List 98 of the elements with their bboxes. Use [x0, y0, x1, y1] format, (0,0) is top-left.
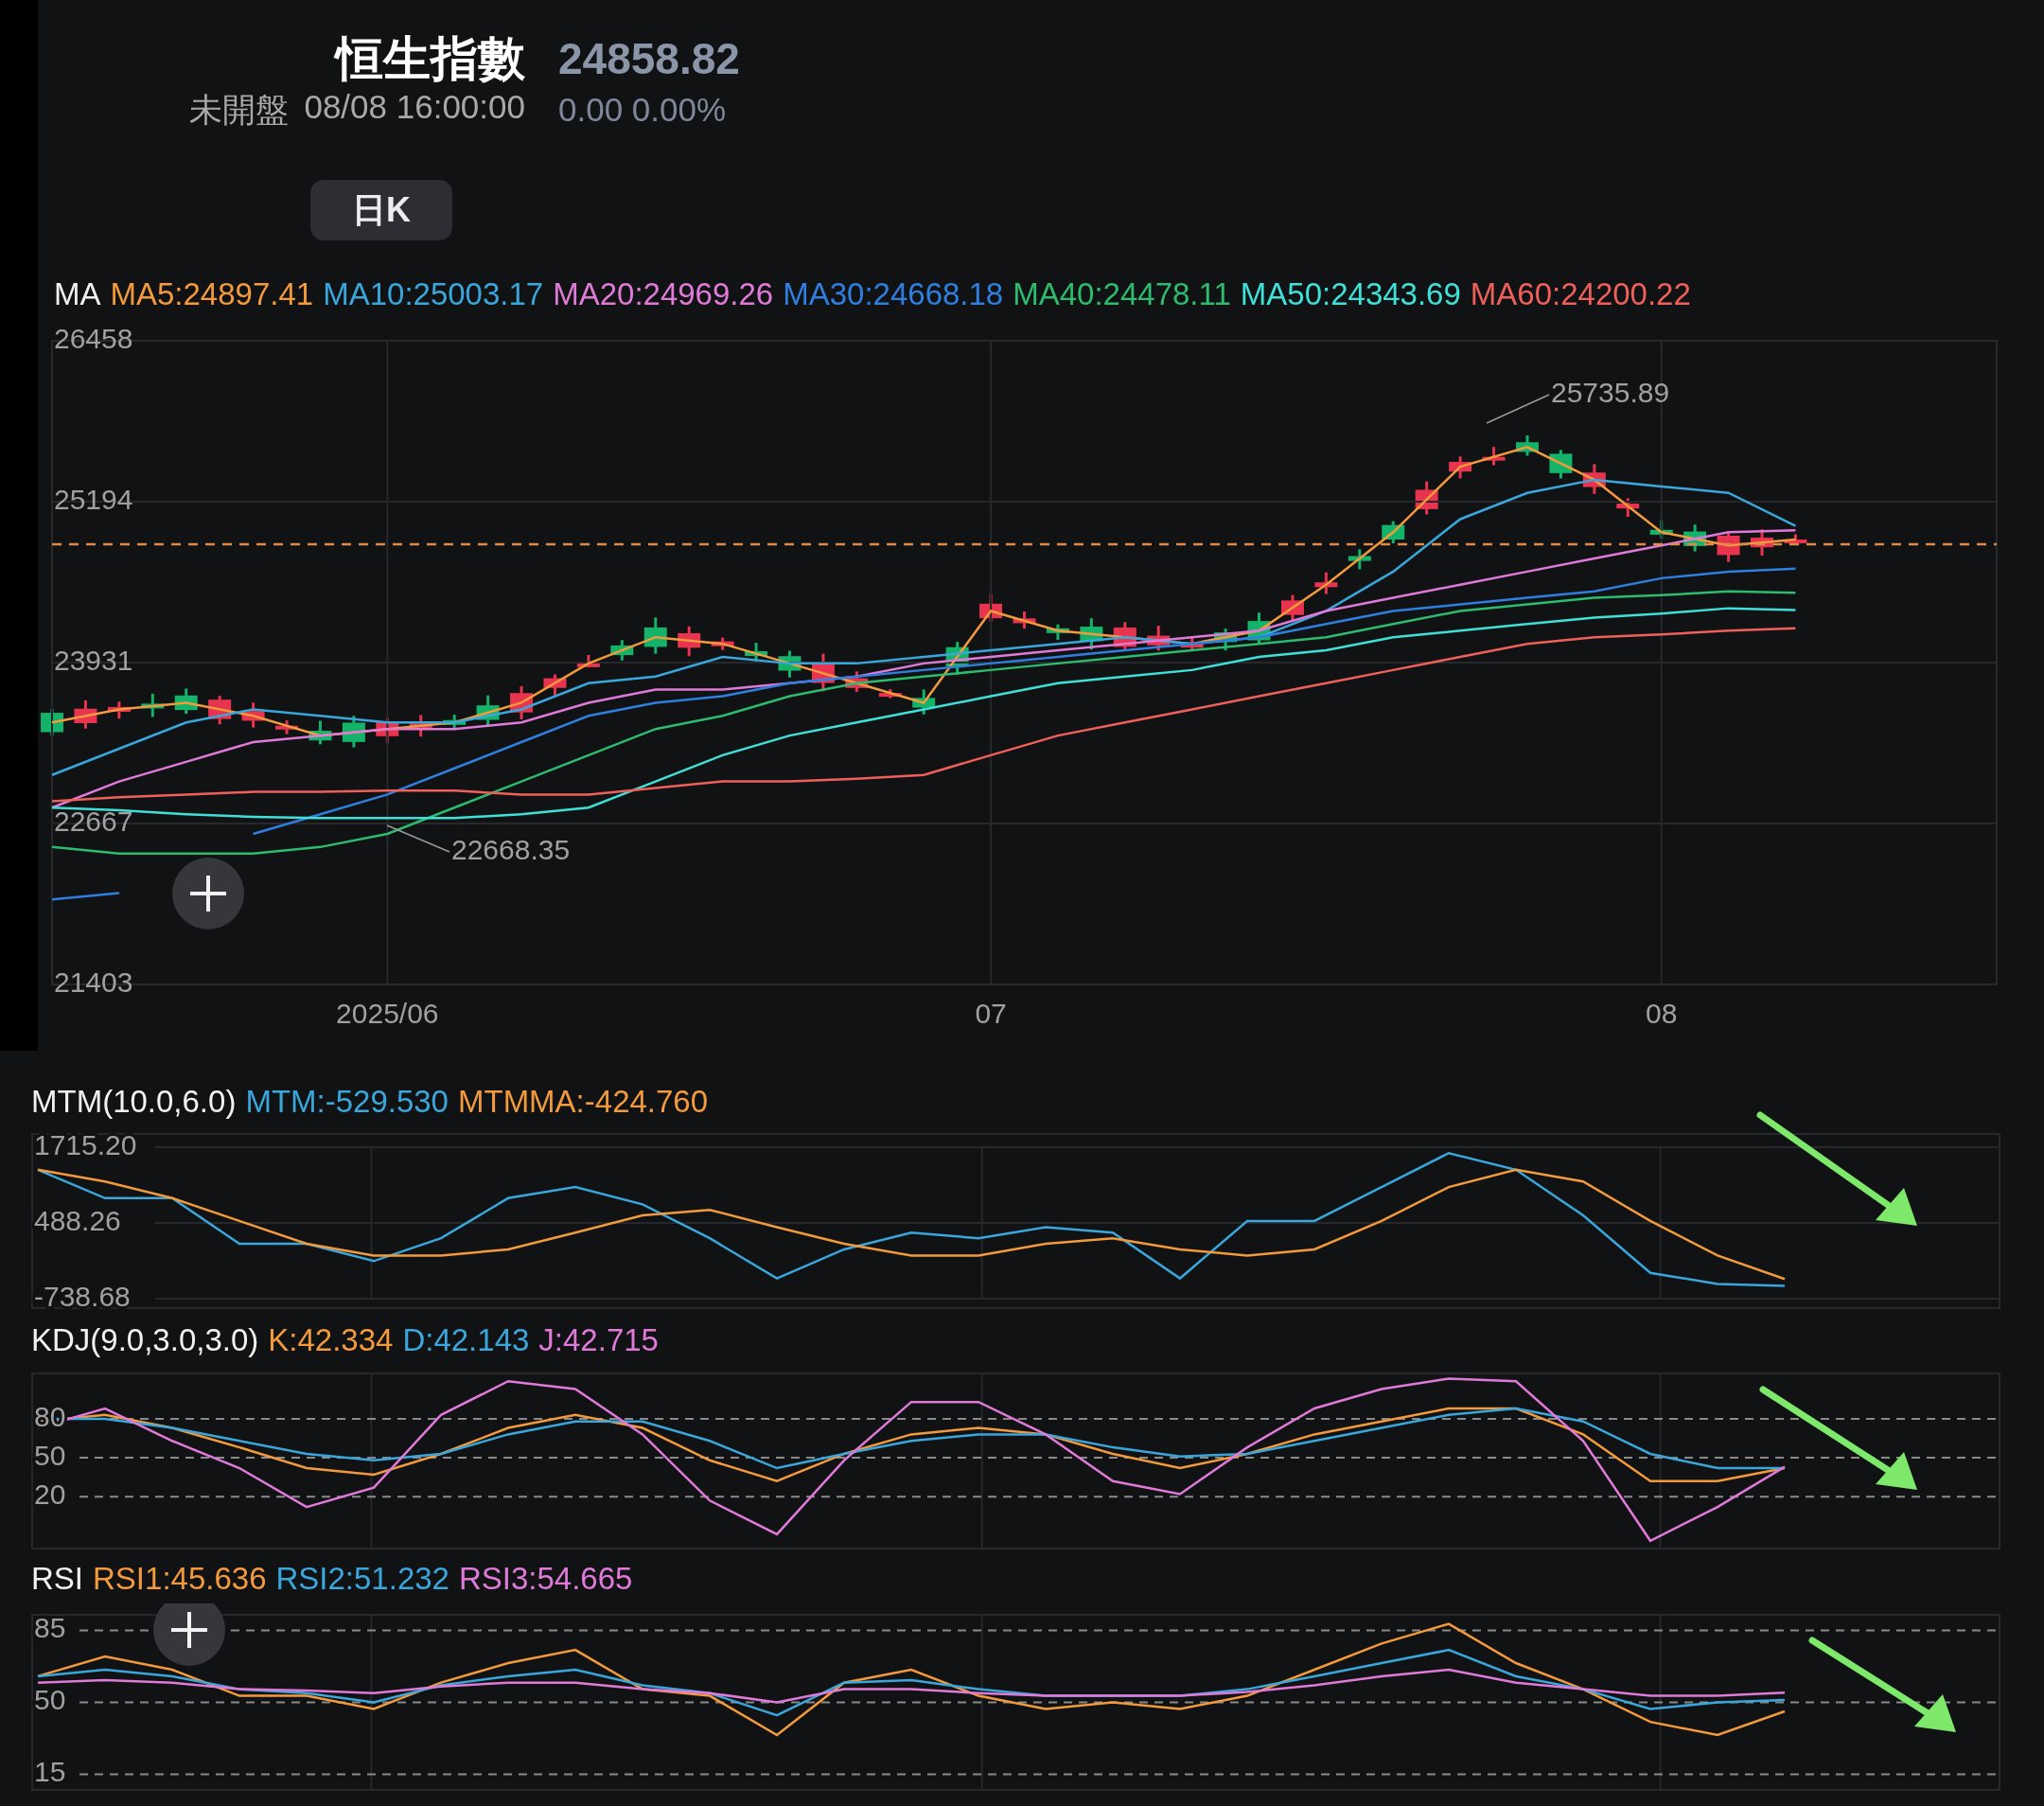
- candlestick: [1113, 622, 1137, 651]
- axis-label: 1715.20: [34, 1128, 137, 1160]
- legend-item: MA10:25003.17: [323, 276, 544, 312]
- legend-item: MA40:24478.11: [1013, 276, 1231, 312]
- candlestick: [912, 689, 936, 715]
- candlestick: [1751, 529, 1773, 557]
- candlestick: [778, 650, 802, 678]
- candlestick: [1046, 624, 1069, 641]
- candlestick: [878, 689, 902, 699]
- candlestick: [711, 637, 734, 650]
- candlestick: [543, 674, 567, 697]
- candlestick: [1280, 594, 1304, 621]
- candlestick: [443, 715, 467, 729]
- candlestick: [409, 715, 432, 737]
- candlestick: [1582, 464, 1606, 494]
- axis-label: 2025/06: [336, 997, 439, 1029]
- candlestick: [208, 696, 232, 725]
- candlestick: [1649, 520, 1673, 539]
- candlestick: [107, 701, 131, 719]
- candlestick: [610, 640, 634, 661]
- candlestick: [811, 653, 835, 692]
- axis-label: 50: [34, 1440, 66, 1471]
- indicator-title: RSI: [31, 1561, 83, 1597]
- candlestick: [1549, 450, 1573, 479]
- candlestick: [1080, 618, 1103, 650]
- legend-item: MA20:24969.26: [553, 276, 774, 312]
- crosshair-button[interactable]: [153, 1603, 225, 1666]
- axis-label: 23931: [54, 644, 133, 676]
- legend-item: D:42.143: [402, 1322, 530, 1358]
- candlestick: [1382, 521, 1405, 543]
- axis-label: 08: [1646, 997, 1678, 1029]
- axis-label: 85: [34, 1612, 66, 1644]
- legend-item: RSI3:54.665: [458, 1561, 633, 1597]
- price-change: 0.00 0.00%: [558, 91, 727, 129]
- candlestick: [1515, 434, 1539, 456]
- legend-item: MA50:24343.69: [1240, 276, 1461, 312]
- candlestick: [1482, 447, 1506, 466]
- candlestick: [1683, 524, 1707, 552]
- axis-label: 20: [34, 1478, 66, 1511]
- axis-label: 21403: [54, 965, 133, 998]
- axis-label: 25194: [54, 483, 133, 515]
- candlestick: [1449, 456, 1472, 479]
- candlestick: [476, 695, 500, 726]
- legend-item: J:42.715: [538, 1322, 659, 1358]
- market-status: 未開盤: [189, 89, 290, 130]
- legend-title: MA: [54, 276, 101, 312]
- legend-item: MA5:24897.41: [110, 276, 314, 312]
- candlestick: [1415, 481, 1438, 515]
- legend-item: MA30:24668.18: [783, 276, 1004, 312]
- axis-label: 22667: [54, 805, 133, 837]
- candlestick: [1717, 531, 1740, 562]
- candlestick: [1147, 626, 1171, 651]
- axis-label: 07: [975, 997, 1007, 1029]
- crosshair-button[interactable]: [172, 858, 244, 930]
- axis-label: 15: [34, 1756, 66, 1788]
- leader-line: [386, 824, 450, 853]
- candlestick: [1247, 612, 1271, 645]
- axis-label: 488.26: [34, 1204, 121, 1236]
- candlestick: [74, 699, 97, 729]
- legend-item: MTM:-529.530: [245, 1084, 449, 1120]
- index-price: 24858.82: [558, 33, 740, 84]
- candlestick: [1314, 572, 1338, 594]
- candlestick: [845, 671, 869, 692]
- candlestick: [275, 720, 298, 735]
- legend-item: K:42.334: [268, 1322, 394, 1358]
- legend-item: MTMMA:-424.760: [458, 1084, 709, 1120]
- candlestick: [41, 709, 63, 736]
- legend-item: RSI2:51.232: [275, 1561, 449, 1597]
- axis-label: 26458: [54, 322, 133, 354]
- candlestick: [1348, 549, 1371, 570]
- candlestick: [979, 593, 1003, 623]
- candlestick: [342, 716, 365, 748]
- candlestick: [241, 702, 265, 728]
- candlestick: [141, 693, 165, 717]
- candlestick: [576, 655, 600, 667]
- axis-label: 50: [34, 1684, 66, 1716]
- candlestick: [174, 688, 198, 715]
- candlestick: [678, 626, 701, 657]
- candlestick: [1013, 611, 1036, 629]
- candlestick: [308, 720, 332, 745]
- candlestick: [643, 617, 667, 654]
- period-tab[interactable]: 日K: [310, 180, 452, 240]
- candlestick: [1214, 629, 1238, 651]
- legend-item: MA60:24200.22: [1470, 276, 1691, 312]
- candlestick: [745, 643, 768, 662]
- leader-line: [1486, 394, 1550, 424]
- indicator-title: KDJ(9.0,3.0,3.0): [31, 1322, 259, 1358]
- candlestick: [1784, 534, 1807, 543]
- candlestick: [1180, 636, 1204, 651]
- candlestick: [376, 717, 399, 744]
- candlestick: [945, 642, 969, 676]
- extreme-value-label: 22668.35: [451, 833, 571, 865]
- candlestick: [1616, 498, 1640, 518]
- indicator-title: MTM(10.0,6.0): [31, 1084, 237, 1120]
- legend-item: RSI1:45.636: [93, 1561, 267, 1597]
- candlestick: [510, 685, 534, 719]
- axis-label: -738.68: [34, 1280, 131, 1312]
- extreme-value-label: 25735.89: [1551, 376, 1670, 408]
